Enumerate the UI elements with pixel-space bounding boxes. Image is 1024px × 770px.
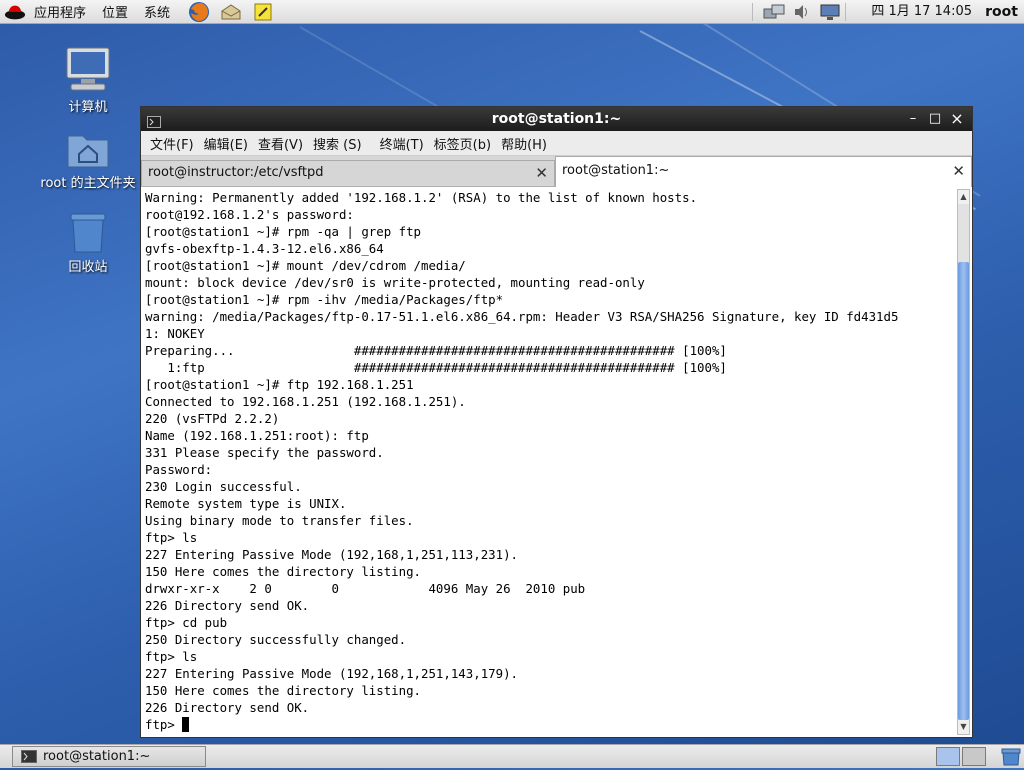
- menu-help[interactable]: 帮助(H): [496, 134, 552, 153]
- display-icon[interactable]: [819, 1, 841, 23]
- desktop-icon-home[interactable]: root 的主文件夹: [38, 130, 138, 191]
- mail-icon[interactable]: [220, 1, 242, 23]
- terminal-line: 1:ftp ##################################…: [145, 360, 727, 375]
- close-button[interactable]: ×: [946, 107, 968, 131]
- terminal-line: 227 Entering Passive Mode (192,168,1,251…: [145, 547, 518, 562]
- terminal-line: 226 Directory send OK.: [145, 700, 310, 715]
- terminal-line: 227 Entering Passive Mode (192,168,1,251…: [145, 666, 518, 681]
- terminal-line: Password:: [145, 462, 213, 477]
- minimize-button[interactable]: –: [902, 107, 924, 131]
- terminal-line: Remote system type is UNIX.: [145, 496, 347, 511]
- computer-icon: [66, 47, 110, 91]
- taskbar-window-button[interactable]: root@station1:~: [12, 746, 206, 767]
- menu-view[interactable]: 查看(V): [253, 134, 308, 153]
- tab-label: root@station1:~: [562, 163, 670, 178]
- menu-search[interactable]: 搜索 (S): [308, 134, 367, 153]
- taskbar-window-label: root@station1:~: [43, 749, 151, 764]
- clock[interactable]: 四 1月 17 14:05: [871, 0, 972, 24]
- tab-close-icon[interactable]: ✕: [535, 161, 548, 185]
- terminal-app-icon: [21, 750, 37, 769]
- terminal-output[interactable]: Warning: Permanently added '192.168.1.2'…: [145, 189, 953, 735]
- terminal-line: 1: NOKEY: [145, 326, 205, 341]
- terminal-line: drwxr-xr-x 2 0 0 4096 May 26 2010 pub: [145, 581, 586, 596]
- network-icon[interactable]: [763, 1, 785, 23]
- tab-instructor[interactable]: root@instructor:/etc/vsftpd ✕: [141, 160, 555, 186]
- tab-label: root@instructor:/etc/vsftpd: [148, 165, 324, 180]
- terminal-line: mount: block device /dev/sr0 is write-pr…: [145, 275, 645, 290]
- terminal-line: 226 Directory send OK.: [145, 598, 310, 613]
- terminal-line: Using binary mode to transfer files.: [145, 513, 414, 528]
- desktop-icon-label: 计算机: [68, 100, 108, 115]
- desktop-icon-trash[interactable]: 回收站: [38, 210, 138, 275]
- maximize-button[interactable]: □: [924, 107, 946, 131]
- terminal-line: 220 (vsFTPd 2.2.2): [145, 411, 280, 426]
- redhat-logo-icon[interactable]: [4, 1, 26, 23]
- terminal-window: root@station1:~ – □ × 文件(F) 编辑(E) 查看(V) …: [140, 106, 973, 738]
- notes-icon[interactable]: [252, 1, 274, 23]
- terminal-line: Name (192.168.1.251:root): ftp: [145, 428, 369, 443]
- terminal-line: Preparing... ###########################…: [145, 343, 727, 358]
- tab-bar: root@instructor:/etc/vsftpd ✕ root@stati…: [141, 156, 972, 187]
- terminal-app-icon[interactable]: [147, 112, 161, 136]
- menu-system[interactable]: 系统: [136, 2, 178, 21]
- menu-tabs[interactable]: 标签页(b): [429, 134, 496, 153]
- bottom-panel: root@station1:~: [0, 744, 1024, 768]
- menu-bar: 文件(F) 编辑(E) 查看(V) 搜索 (S) 终端(T) 标签页(b) 帮助…: [141, 131, 972, 156]
- terminal-line: 150 Here comes the directory listing.: [145, 564, 422, 579]
- terminal-line: root@192.168.1.2's password:: [145, 207, 354, 222]
- panel-separator: [845, 3, 846, 21]
- terminal-line: ftp> cd pub: [145, 615, 228, 630]
- trash-icon: [70, 213, 106, 253]
- firefox-icon[interactable]: [188, 1, 210, 23]
- terminal-line: Connected to 192.168.1.251 (192.168.1.25…: [145, 394, 466, 409]
- menu-places[interactable]: 位置: [94, 2, 136, 21]
- tab-station1[interactable]: root@station1:~ ✕: [555, 156, 972, 187]
- volume-icon[interactable]: [791, 1, 813, 23]
- scroll-up-button[interactable]: ▲: [958, 190, 969, 204]
- desktop-icon-label: 回收站: [68, 260, 108, 275]
- workspace-2[interactable]: [962, 747, 986, 766]
- desktop-icon-label: root 的主文件夹: [40, 176, 136, 191]
- terminal-prompt-line[interactable]: ftp>: [145, 716, 953, 733]
- home-folder-icon: [67, 135, 109, 168]
- vertical-scrollbar[interactable]: ▲ ▼: [957, 189, 970, 735]
- window-titlebar[interactable]: root@station1:~ – □ ×: [141, 107, 972, 131]
- menu-file[interactable]: 文件(F): [145, 134, 199, 153]
- text-cursor: [182, 717, 190, 732]
- terminal-line: [root@station1 ~]# mount /dev/cdrom /med…: [145, 258, 466, 273]
- terminal-line: [root@station1 ~]# rpm -qa | grep ftp: [145, 224, 422, 239]
- terminal-line: 331 Please specify the password.: [145, 445, 384, 460]
- window-title: root@station1:~: [491, 111, 622, 127]
- terminal-line: 230 Login successful.: [145, 479, 302, 494]
- terminal-line: [root@station1 ~]# ftp 192.168.1.251: [145, 377, 414, 392]
- terminal-line: Warning: Permanently added '192.168.1.2'…: [145, 190, 698, 205]
- scroll-thumb[interactable]: [958, 262, 969, 720]
- terminal-line: gvfs-obexftp-1.4.3-12.el6.x86_64: [145, 241, 384, 256]
- menu-applications[interactable]: 应用程序: [26, 2, 94, 21]
- terminal-line: warning: /media/Packages/ftp-0.17-51.1.e…: [145, 309, 899, 324]
- tab-close-icon[interactable]: ✕: [952, 157, 965, 185]
- workspace-1[interactable]: [936, 747, 960, 766]
- top-panel: 应用程序 位置 系统 四 1月 17 14:05 root: [0, 0, 1024, 24]
- user-menu[interactable]: root: [985, 0, 1018, 24]
- panel-separator: [752, 3, 753, 21]
- terminal-line: 150 Here comes the directory listing.: [145, 683, 422, 698]
- scroll-down-button[interactable]: ▼: [958, 720, 969, 734]
- trash-applet-icon[interactable]: [1000, 747, 1022, 770]
- terminal-prompt: ftp>: [145, 717, 183, 732]
- terminal-line: [root@station1 ~]# rpm -ihv /media/Packa…: [145, 292, 504, 307]
- desktop-icon-computer[interactable]: 计算机: [38, 46, 138, 115]
- menu-terminal[interactable]: 终端(T): [375, 134, 429, 153]
- terminal-line: ftp> ls: [145, 649, 198, 664]
- terminal-area[interactable]: Warning: Permanently added '192.168.1.2'…: [141, 187, 972, 737]
- menu-edit[interactable]: 编辑(E): [199, 134, 253, 153]
- terminal-line: ftp> ls: [145, 530, 198, 545]
- terminal-line: 250 Directory successfully changed.: [145, 632, 407, 647]
